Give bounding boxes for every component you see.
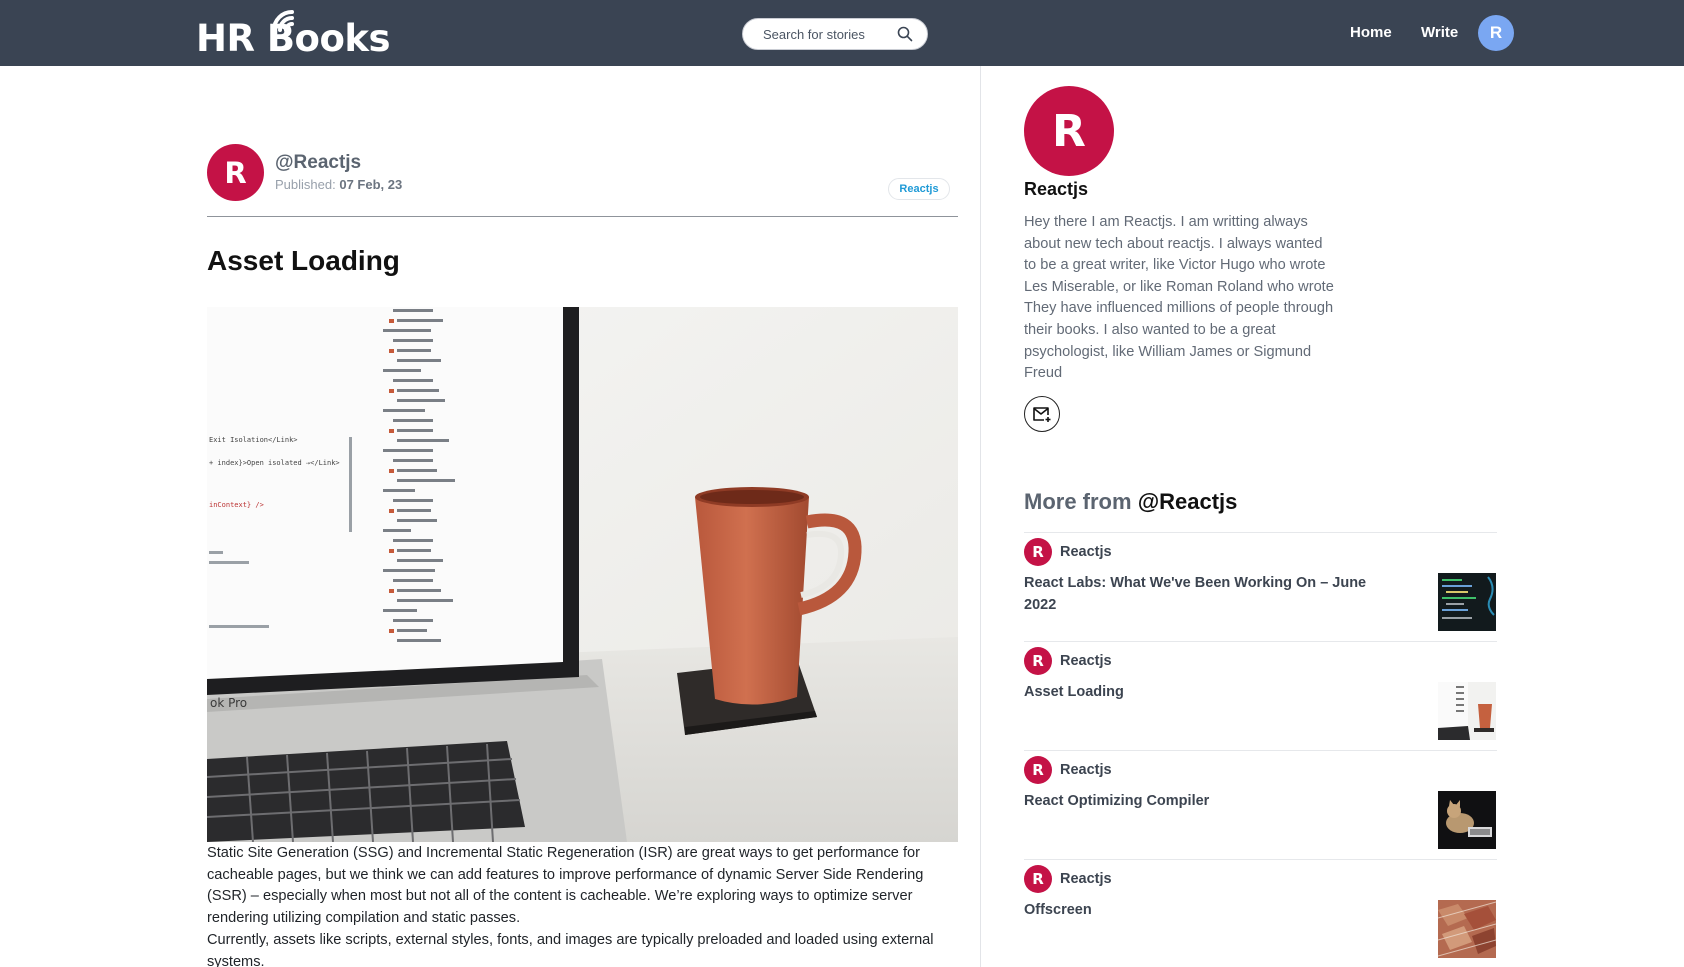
search-box (742, 18, 928, 50)
story-title[interactable]: Offscreen (1024, 900, 1384, 922)
more-stories-list: R Reactjs React Labs: What We've Been Wo… (1024, 532, 1497, 967)
user-avatar[interactable]: R (1478, 15, 1514, 51)
story-author-avatar: R (1024, 756, 1052, 784)
story-item[interactable]: R Reactjs Offscreen (1024, 859, 1497, 967)
subscribe-mail-button[interactable] (1024, 396, 1060, 432)
top-navigation-bar: HR Books Home Write R (0, 0, 1684, 66)
profile-avatar[interactable]: R (1024, 86, 1114, 176)
profile-bio: Hey there I am Reactjs. I am writting al… (1024, 214, 1334, 382)
story-title[interactable]: React Labs: What We've Been Working On –… (1024, 573, 1384, 616)
published-label: Published: (275, 177, 336, 192)
author-handle-link[interactable]: @Reactjs (275, 152, 361, 174)
more-from-label: More from (1024, 489, 1132, 514)
story-title[interactable]: React Optimizing Compiler (1024, 791, 1384, 813)
article-body: Static Site Generation (SSG) and Increme… (207, 843, 959, 967)
story-author[interactable]: Reactjs (1060, 871, 1112, 887)
screen-code-line-1: Exit Isolation</Link> (209, 436, 298, 444)
hero-image: ok Pro Exit Isolation</Link> + index}>Op… (207, 307, 958, 842)
story-item[interactable]: R Reactjs React Optimizing Compiler (1024, 750, 1497, 859)
story-item[interactable]: R Reactjs Asset Loading (1024, 641, 1497, 750)
story-author-avatar: R (1024, 647, 1052, 675)
article-paragraph-2: Currently, assets like scripts, external… (207, 931, 934, 967)
more-from-heading: More from @Reactjs (1024, 489, 1237, 515)
more-from-handle[interactable]: @Reactjs (1138, 489, 1238, 514)
author-avatar[interactable]: R (207, 144, 264, 201)
story-author-avatar: R (1024, 865, 1052, 893)
tag-badge[interactable]: Reactjs (888, 178, 950, 200)
article-paragraph-1: Static Site Generation (SSG) and Increme… (207, 845, 924, 927)
search-icon[interactable] (897, 26, 913, 42)
published-info: Published: 07 Feb, 23 (275, 177, 402, 192)
story-author[interactable]: Reactjs (1060, 653, 1112, 669)
story-author[interactable]: Reactjs (1060, 544, 1112, 560)
story-thumbnail[interactable] (1438, 900, 1496, 958)
story-title[interactable]: Asset Loading (1024, 682, 1384, 704)
story-thumbnail[interactable] (1438, 791, 1496, 849)
wifi-signal-icon (272, 10, 294, 32)
story-thumbnail[interactable] (1438, 573, 1496, 631)
header-divider (207, 216, 958, 217)
site-logo[interactable]: HR Books (196, 8, 391, 58)
nav-write-link[interactable]: Write (1421, 24, 1458, 41)
screen-code-line-3: inContext} /> (209, 501, 264, 509)
mail-plus-icon (1033, 407, 1051, 422)
column-divider (980, 66, 981, 967)
article-title: Asset Loading (207, 245, 400, 276)
laptop-brand-text: ok Pro (210, 696, 247, 710)
story-author-avatar: R (1024, 538, 1052, 566)
story-thumbnail[interactable] (1438, 682, 1496, 740)
published-date: 07 Feb, 23 (339, 177, 403, 192)
story-item[interactable]: R Reactjs React Labs: What We've Been Wo… (1024, 532, 1497, 641)
nav-home-link[interactable]: Home (1350, 24, 1392, 41)
story-author[interactable]: Reactjs (1060, 762, 1112, 778)
screen-code-line-2: + index}>Open isolated ⇢</Link> (209, 459, 340, 467)
profile-name: Reactjs (1024, 179, 1089, 199)
search-input[interactable] (763, 25, 893, 43)
